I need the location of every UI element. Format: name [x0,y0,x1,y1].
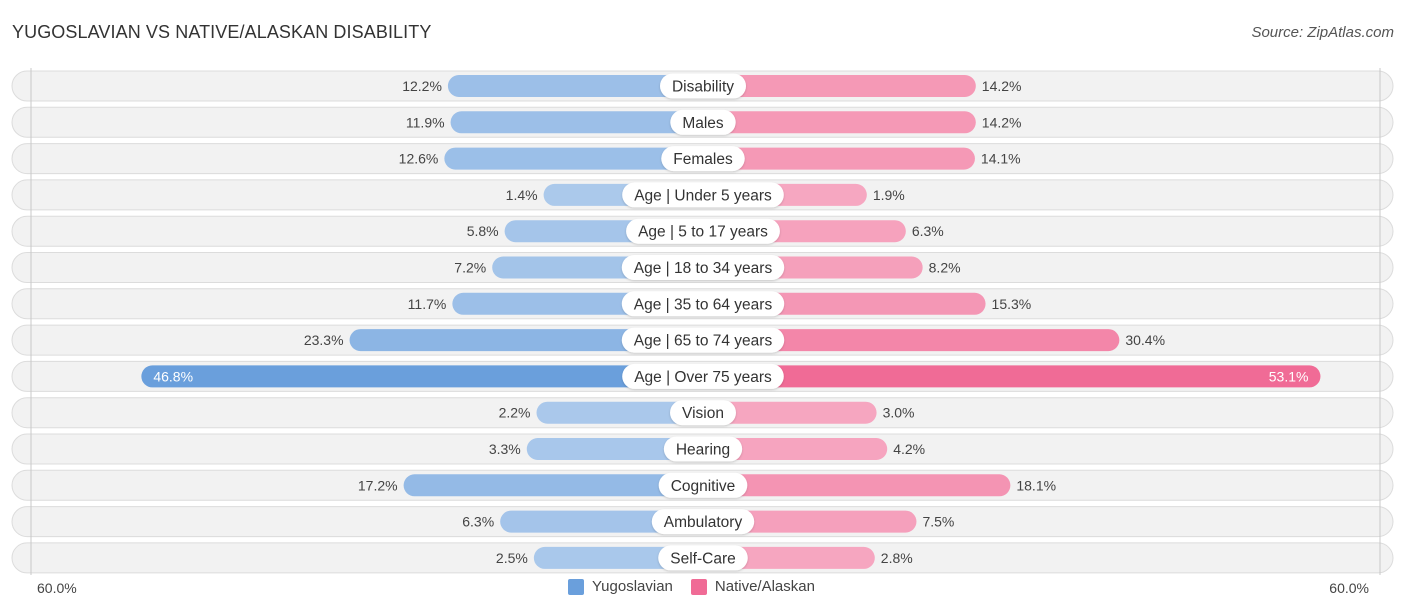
category-label: Males [670,109,736,135]
category-label: Females [661,146,745,172]
bar-yugoslavian[interactable] [403,474,703,497]
legend-swatch-yugoslavian [568,578,584,595]
category-text: Age | 65 to 74 years [634,333,773,350]
category-text: Males [682,115,724,132]
value-label-native-alaskan: 8.2% [929,260,961,276]
category-text: Age | Under 5 years [634,187,772,204]
value-label-yugoslavian: 23.3% [304,332,344,348]
category-label: Age | 5 to 17 years [626,218,780,244]
value-label-native-alaskan: 18.1% [1016,477,1056,493]
bar-native-alaskan[interactable] [703,474,1011,497]
legend-swatch-native-alaskan [690,578,707,595]
category-label: Disability [659,73,747,99]
category-label: Vision [670,400,736,426]
category-label: Age | Under 5 years [622,182,784,208]
value-label-native-alaskan: 4.2% [893,441,925,457]
legend: Yugoslavian Native/Alaskan [568,578,815,595]
category-label: Cognitive [658,472,748,498]
category-text: Disability [672,79,734,96]
value-label-yugoslavian: 12.2% [402,78,442,94]
category-text: Cognitive [671,478,736,495]
legend-item-native-alaskan[interactable]: Native/Alaskan [690,578,815,595]
value-label-yugoslavian: 46.8% [153,368,193,384]
category-text: Hearing [676,442,730,459]
value-label-native-alaskan: 2.8% [881,550,913,566]
legend-label-native-alaskan: Native/Alaskan [714,578,815,595]
category-text: Age | 35 to 64 years [634,296,773,313]
category-label: Age | Over 75 years [622,363,784,389]
value-label-yugoslavian: 6.3% [462,514,494,530]
category-label: Age | 18 to 34 years [621,255,785,280]
value-label-native-alaskan: 7.5% [922,514,954,530]
bar-native-alaskan[interactable] [703,111,976,134]
category-text: Age | Over 75 years [634,369,772,386]
value-label-yugoslavian: 5.8% [467,223,499,239]
value-label-native-alaskan: 14.1% [981,151,1021,167]
category-text: Self-Care [670,550,735,567]
value-label-yugoslavian: 7.2% [454,260,486,276]
value-label-yugoslavian: 12.6% [399,151,439,167]
legend-label-yugoslavian: Yugoslavian [592,578,673,595]
category-text: Age | 5 to 17 years [638,224,768,241]
value-label-native-alaskan: 14.2% [982,114,1022,130]
value-label-yugoslavian: 11.7% [408,296,447,312]
axis-label-left: 60.0% [37,580,77,596]
category-label: Ambulatory [651,509,755,535]
category-text: Vision [682,405,724,422]
value-label-native-alaskan: 3.0% [883,405,915,421]
bar-yugoslavian[interactable] [450,111,703,134]
value-label-native-alaskan: 1.9% [873,187,905,203]
category-label: Age | 65 to 74 years [621,327,785,353]
chart-canvas: 12.2% 14.2% Disability 11.9% 14.2% Males 12.6%… [11,68,1394,575]
value-label-yugoslavian: 1.4% [506,187,538,203]
value-label-native-alaskan: 15.3% [992,296,1032,312]
value-label-yugoslavian: 17.2% [358,477,398,493]
value-label-yugoslavian: 11.9% [406,114,445,130]
axis-label-right: 60.0% [1329,580,1369,596]
category-label: Hearing [663,436,743,462]
value-label-native-alaskan: 30.4% [1125,332,1165,348]
category-label: Age | 35 to 64 years [621,291,785,317]
value-label-native-alaskan: 53.1% [1269,368,1309,384]
value-label-yugoslavian: 2.2% [499,405,531,421]
category-text: Ambulatory [664,514,743,531]
category-text: Age | 18 to 34 years [634,260,773,277]
category-label: Self-Care [658,545,748,571]
value-label-yugoslavian: 3.3% [489,441,521,457]
bar-native-alaskan[interactable] [703,365,1321,388]
legend-item-yugoslavian[interactable]: Yugoslavian [568,578,673,595]
value-label-yugoslavian: 2.5% [496,550,528,566]
value-label-native-alaskan: 6.3% [912,223,944,239]
bar-yugoslavian[interactable] [141,365,704,388]
value-label-native-alaskan: 14.2% [982,78,1022,94]
category-text: Females [673,151,733,168]
